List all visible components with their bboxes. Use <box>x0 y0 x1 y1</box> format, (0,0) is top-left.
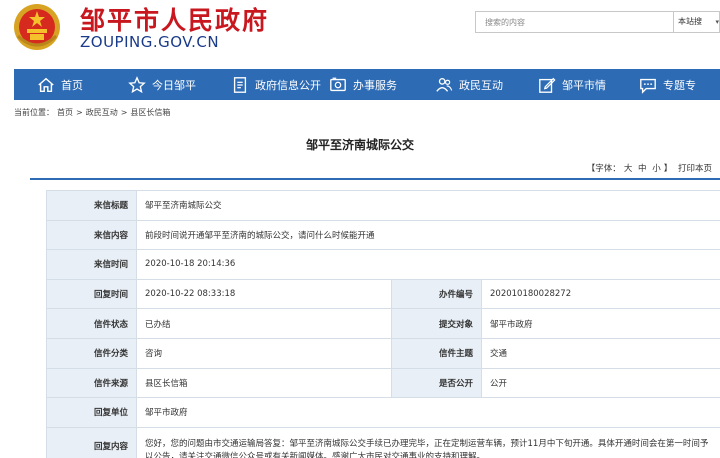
topic-value: 交通 <box>481 337 720 369</box>
reply-time-value: 2020-10-22 08:33:18 <box>136 278 392 310</box>
category-label: 信件分类 <box>46 337 137 369</box>
status-label: 信件状态 <box>46 308 137 339</box>
document-icon <box>233 76 247 93</box>
star-icon <box>128 75 146 93</box>
breadcrumb-prefix: 当前位置： <box>14 108 54 117</box>
font-size-label: 【字体： <box>586 164 621 174</box>
source-value: 县区长信箱 <box>136 367 392 399</box>
page-tools: 【字体：大 中 小】 打印本页 <box>584 162 712 174</box>
content-label: 来信内容 <box>46 219 137 251</box>
nav-item-label: 政民互动 <box>459 78 503 92</box>
case-no-value: 202010180028272 <box>481 278 720 310</box>
breadcrumb-link-interaction[interactable]: 政民互动 <box>86 108 118 117</box>
search-input[interactable] <box>476 12 673 32</box>
reply-unit-value: 邹平市政府 <box>136 397 720 428</box>
national-emblem-icon <box>14 4 60 50</box>
breadcrumb: 当前位置： 首页 > 政民互动 > 县区长信箱 <box>14 107 173 118</box>
subject-value: 邹平至济南城际公交 <box>136 190 720 221</box>
nav-item-interaction[interactable]: 政民互动 <box>435 69 503 100</box>
content-value: 前段时间说开通邹平至济南的城际公交，请问什么时候能开通 <box>136 219 720 251</box>
id-card-icon <box>330 77 346 91</box>
public-value: 公开 <box>481 367 720 399</box>
page-title: 邹平至济南城际公交 <box>305 138 414 152</box>
table-row: 来信内容 前段时间说开通邹平至济南的城际公交，请问什么时候能开通 <box>46 219 720 251</box>
chat-icon <box>640 78 656 94</box>
nav-item-label: 今日邹平 <box>152 78 196 92</box>
reply-time-label: 回复时间 <box>46 278 137 310</box>
search-box: 本站搜 ▾ <box>475 11 720 33</box>
search-scope-label: 本站搜 <box>678 17 702 26</box>
category-value: 咨询 <box>136 337 392 369</box>
nav-item-city-profile[interactable]: 邹平市情 <box>538 69 606 100</box>
table-row: 回复单位 邹平市政府 <box>46 397 720 428</box>
table-row: 信件分类 咨询 信件主题 交通 <box>46 337 720 369</box>
edit-icon <box>539 77 556 93</box>
breadcrumb-link-home[interactable]: 首页 <box>57 108 73 117</box>
table-row: 信件状态 已办结 提交对象 邹平市政府 <box>46 308 720 339</box>
topic-label: 信件主题 <box>391 337 482 369</box>
reply-content-label: 回复内容 <box>46 426 137 458</box>
subject-label: 来信标题 <box>46 190 137 221</box>
chevron-down-icon: ▾ <box>715 18 719 26</box>
title-divider <box>30 178 720 180</box>
font-size-close: 】 <box>663 164 673 174</box>
sent-time-value: 2020-10-18 20:14:36 <box>136 249 720 280</box>
site-domain: ZOUPING.GOV.CN <box>80 33 220 51</box>
nav-item-label: 首页 <box>61 78 83 92</box>
status-value: 已办结 <box>136 308 392 339</box>
breadcrumb-link-mailbox[interactable]: 县区长信箱 <box>130 108 170 117</box>
nav-item-info-disclosure[interactable]: 政府信息公开 <box>231 69 321 100</box>
nav-item-label: 邹平市情 <box>562 78 606 92</box>
nav-item-today[interactable]: 今日邹平 <box>128 69 196 100</box>
table-row: 回复时间 2020-10-22 08:33:18 办件编号 2020101800… <box>46 278 720 310</box>
reply-content-value: 您好，您的问题由市交通运输局答复：邹平至济南城际公交手续已办理完毕，正在定制运营… <box>136 426 720 458</box>
table-row: 回复内容 您好，您的问题由市交通运输局答复：邹平至济南城际公交手续已办理完毕，正… <box>46 426 720 458</box>
nav-item-label: 专题专 <box>663 78 696 92</box>
table-row: 来信标题 邹平至济南城际公交 <box>46 190 720 221</box>
nav-item-label: 办事服务 <box>353 78 397 92</box>
case-no-label: 办件编号 <box>391 278 482 310</box>
target-label: 提交对象 <box>391 308 482 339</box>
font-size-large-button[interactable]: 大 <box>624 164 633 174</box>
font-size-small-button[interactable]: 小 <box>652 164 661 174</box>
letter-detail-table: 来信标题 邹平至济南城际公交 来信内容 前段时间说开通邹平至济南的城际公交，请问… <box>46 190 720 458</box>
home-icon <box>38 77 54 92</box>
nav-item-topics[interactable]: 专题专 <box>639 69 696 100</box>
sent-time-label: 来信时间 <box>46 249 137 280</box>
breadcrumb-separator: > <box>76 108 83 117</box>
nav-item-label: 政府信息公开 <box>255 78 321 92</box>
print-button[interactable]: 打印本页 <box>678 164 712 174</box>
reply-unit-label: 回复单位 <box>46 397 137 428</box>
nav-item-home[interactable]: 首页 <box>37 69 83 100</box>
nav-item-services[interactable]: 办事服务 <box>329 69 397 100</box>
public-label: 是否公开 <box>391 367 482 399</box>
people-icon <box>436 77 453 92</box>
breadcrumb-separator: > <box>120 108 128 117</box>
search-scope-select[interactable]: 本站搜 ▾ <box>673 12 720 32</box>
source-label: 信件来源 <box>46 367 137 399</box>
table-row: 来信时间 2020-10-18 20:14:36 <box>46 249 720 280</box>
target-value: 邹平市政府 <box>481 308 720 339</box>
font-size-medium-button[interactable]: 中 <box>638 164 647 174</box>
main-nav: 首页 今日邹平 政府信息公开 办事服务 政民互动 邹平市情 专题专 <box>14 69 720 100</box>
site-name[interactable]: 邹平市人民政府 <box>80 1 269 37</box>
site-header: 邹平市人民政府 ZOUPING.GOV.CN 本站搜 ▾ <box>0 0 720 68</box>
table-row: 信件来源 县区长信箱 是否公开 公开 <box>46 367 720 399</box>
